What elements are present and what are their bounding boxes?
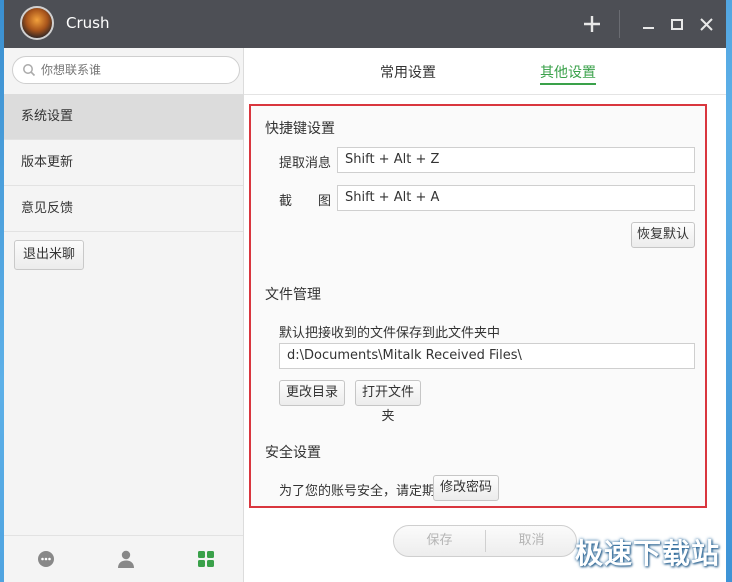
bottom-nav	[4, 535, 243, 582]
apps-icon[interactable]	[195, 548, 217, 570]
search-icon	[22, 63, 36, 77]
restore-default-button[interactable]: 恢复默认	[631, 222, 695, 248]
tab-common-settings[interactable]: 常用设置	[380, 62, 436, 82]
close-icon[interactable]	[692, 10, 720, 38]
sidebar-item-feedback[interactable]: 意见反馈	[4, 186, 243, 232]
footer-button-group: 保存 取消	[393, 525, 577, 557]
window-title: Crush	[66, 14, 110, 32]
title-bar: Crush	[4, 0, 726, 48]
change-password-button[interactable]: 修改密码	[433, 475, 499, 501]
screenshot-label: 截 图	[279, 194, 332, 209]
other-settings-panel: 快捷键设置 提取消息 Shift + Alt + Z 截 图 Shift + A…	[249, 104, 707, 508]
settings-window: Crush 系统设置 版本更新 意见反馈 退出米聊	[4, 0, 726, 582]
files-description: 默认把接收到的文件保存到此文件夹中	[279, 326, 501, 341]
settings-tabs: 常用设置 其他设置	[244, 48, 726, 95]
screenshot-shortcut-field[interactable]: Shift + Alt + A	[337, 185, 695, 211]
change-directory-button[interactable]: 更改目录	[279, 380, 345, 406]
open-folder-button[interactable]: 打开文件夹	[355, 380, 421, 424]
sidebar-item-version-update[interactable]: 版本更新	[4, 140, 243, 186]
logout-button[interactable]: 退出米聊	[14, 240, 84, 270]
security-hint: 为了您的账号安全，请定期	[279, 484, 436, 499]
save-path-field[interactable]: d:\Documents\Mitalk Received Files\	[279, 343, 695, 369]
capture-message-label: 提取消息	[279, 156, 332, 171]
search-input[interactable]	[41, 61, 231, 79]
contacts-icon[interactable]	[115, 548, 137, 570]
security-section-title: 安全设置	[265, 445, 321, 461]
minimize-icon[interactable]	[634, 10, 662, 38]
search-box[interactable]	[12, 56, 240, 84]
save-button[interactable]: 保存	[394, 526, 485, 556]
chat-icon[interactable]	[35, 548, 57, 570]
cancel-button[interactable]: 取消	[486, 526, 577, 556]
titlebar-divider	[619, 10, 620, 38]
capture-message-shortcut-field[interactable]: Shift + Alt + Z	[337, 147, 695, 173]
tab-other-settings[interactable]: 其他设置	[540, 62, 596, 85]
sidebar: 系统设置 版本更新 意见反馈 退出米聊	[4, 48, 244, 582]
maximize-icon[interactable]	[663, 10, 691, 38]
site-watermark: 极速下载站	[574, 537, 720, 570]
add-icon[interactable]	[578, 10, 606, 38]
files-section-title: 文件管理	[265, 287, 321, 303]
shortcuts-section-title: 快捷键设置	[265, 121, 335, 137]
sidebar-item-system-settings[interactable]: 系统设置	[4, 94, 243, 140]
avatar[interactable]	[20, 6, 54, 40]
